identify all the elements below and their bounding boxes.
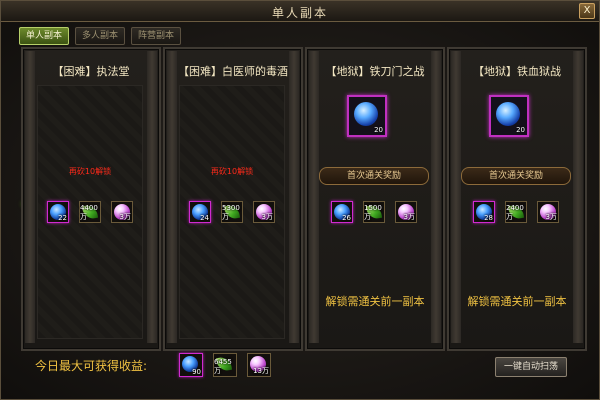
pillar-decoration xyxy=(147,51,157,343)
footer-reward-leaf-slot[interactable]: 6455万 xyxy=(213,353,237,377)
first-clear-reward-banner: 首次通关奖励 xyxy=(461,167,571,185)
reward-count: 3万 xyxy=(403,213,415,221)
reward-leaf-slot[interactable]: 1500万 xyxy=(363,201,385,223)
reward-count: 26 xyxy=(342,214,351,222)
daily-max-reward-label: 今日最大可获得收益: xyxy=(35,359,148,373)
title-bar: 单人副本 X xyxy=(1,1,599,22)
footer-reward-orb-slot[interactable]: 90 xyxy=(179,353,203,377)
reward-count: 1500万 xyxy=(364,204,382,221)
reward-count: 6455万 xyxy=(214,358,232,375)
dungeon-title: 【地狱】铁刀门之战 xyxy=(325,65,425,78)
reward-count: 24 xyxy=(200,214,209,222)
reward-count: 20 xyxy=(516,126,525,134)
reward-count: 5300万 xyxy=(222,204,240,221)
tab-multi-dungeon[interactable]: 多人副本 xyxy=(75,27,126,45)
reward-orb-slot[interactable]: 22 xyxy=(47,201,69,223)
dungeon-title: 【地狱】铁血狱战 xyxy=(473,65,561,78)
dungeon-title: 【困难】白医师的毒酒 xyxy=(178,65,288,78)
unlock-requirement: 再砍10解锁 xyxy=(68,167,112,176)
dungeon-card-2[interactable]: 【困难】白医师的毒酒 再砍10解锁 24 5300万 3万 xyxy=(163,47,303,351)
reward-orb-slot[interactable]: 28 xyxy=(473,201,495,223)
reward-count: 4400万 xyxy=(80,204,98,221)
dungeon-card-4[interactable]: 【地狱】铁血狱战 20 首次通关奖励 28 2400万 3万 解锁需通关前一副本 xyxy=(447,47,587,351)
reward-count: 28 xyxy=(484,214,493,222)
locked-requirement-text: 解锁需通关前一副本 xyxy=(325,295,425,308)
tab-bar: 单人副本 多人副本 阵营副本 xyxy=(19,27,182,45)
reward-leaf-slot[interactable]: 5300万 xyxy=(221,201,243,223)
reward-count: 3万 xyxy=(545,213,557,221)
reward-count: 13万 xyxy=(253,367,269,375)
reward-count: 2400万 xyxy=(506,204,524,221)
dungeon-title: 【困难】执法堂 xyxy=(52,65,130,78)
reward-pearl-slot[interactable]: 3万 xyxy=(253,201,275,223)
auto-sweep-button[interactable]: 一键自动扫荡 xyxy=(495,357,567,377)
dungeon-window: 单人副本 X 单人副本 多人副本 阵营副本 【困难】执法堂 再砍10解锁 22 … xyxy=(0,0,600,400)
spirit-orb-icon xyxy=(354,102,378,126)
reward-pearl-slot[interactable]: 3万 xyxy=(395,201,417,223)
reward-pearl-slot[interactable]: 3万 xyxy=(537,201,559,223)
reward-count: 3万 xyxy=(119,213,131,221)
window-title: 单人副本 xyxy=(271,6,328,20)
footer-reward-pearl-slot[interactable]: 13万 xyxy=(247,353,271,377)
dungeon-card-1[interactable]: 【困难】执法堂 再砍10解锁 22 4400万 3万 xyxy=(21,47,161,351)
pillar-decoration xyxy=(25,51,35,343)
locked-requirement-text: 解锁需通关前一副本 xyxy=(467,295,567,308)
reward-leaf-slot[interactable]: 4400万 xyxy=(79,201,101,223)
spirit-orb-icon xyxy=(496,102,520,126)
reward-count: 22 xyxy=(58,214,67,222)
first-clear-reward-banner: 首次通关奖励 xyxy=(319,167,429,185)
reward-count: 3万 xyxy=(261,213,273,221)
pillar-decoration xyxy=(167,51,177,343)
reward-orb-slot[interactable]: 24 xyxy=(189,201,211,223)
close-button[interactable]: X xyxy=(579,3,595,19)
tab-single-dungeon[interactable]: 单人副本 xyxy=(19,27,70,45)
reward-orb-slot[interactable]: 26 xyxy=(331,201,353,223)
dungeon-card-3[interactable]: 【地狱】铁刀门之战 20 首次通关奖励 26 1500万 3万 解锁需通关前一副… xyxy=(305,47,445,351)
unlock-requirement: 再砍10解锁 xyxy=(210,167,254,176)
first-clear-reward-slot[interactable]: 20 xyxy=(347,95,387,137)
reward-count: 90 xyxy=(192,368,201,376)
first-clear-reward-slot[interactable]: 20 xyxy=(489,95,529,137)
tab-faction-dungeon[interactable]: 阵营副本 xyxy=(131,27,182,45)
reward-count: 20 xyxy=(374,126,383,134)
reward-pearl-slot[interactable]: 3万 xyxy=(111,201,133,223)
reward-leaf-slot[interactable]: 2400万 xyxy=(505,201,527,223)
